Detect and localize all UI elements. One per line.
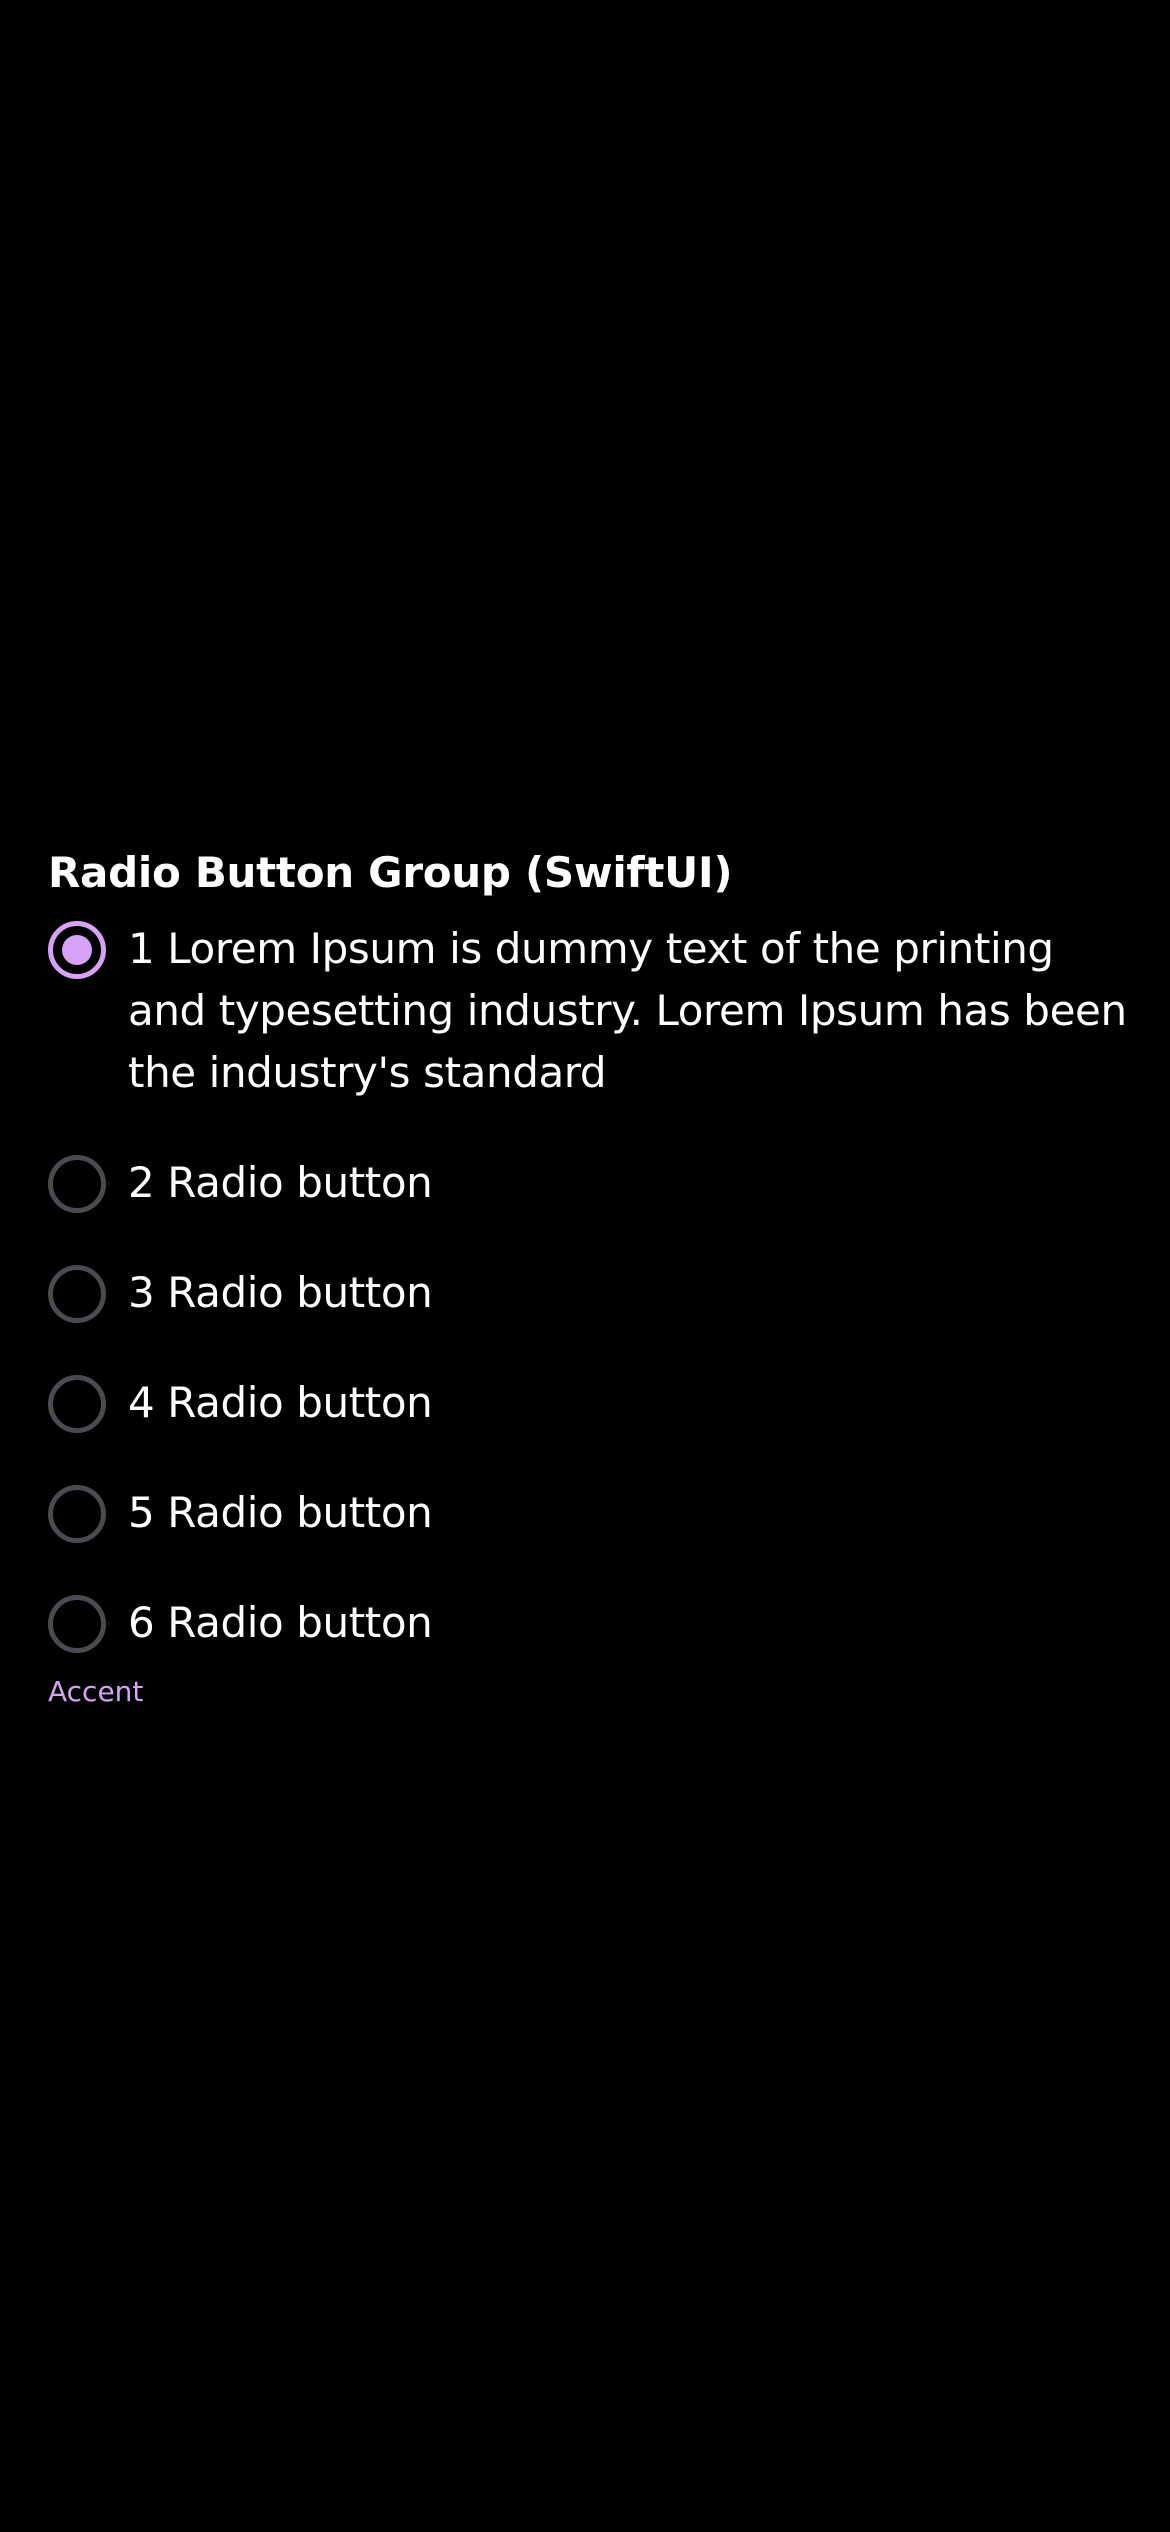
radio-option-label: 1 Lorem Ipsum is dummy text of the print… xyxy=(128,924,1127,1097)
radio-option-label: 5 Radio button xyxy=(128,1488,433,1537)
radio-circle-icon[interactable] xyxy=(48,1155,106,1213)
radio-dot-icon xyxy=(62,935,92,965)
radio-option-6[interactable]: 6 Radio button xyxy=(48,1592,1128,1654)
radio-circle-icon[interactable] xyxy=(48,1375,106,1433)
accent-caption: Accent xyxy=(48,1675,144,1708)
radio-option-1[interactable]: 1 Lorem Ipsum is dummy text of the print… xyxy=(48,918,1128,1104)
radio-option-2[interactable]: 2 Radio button xyxy=(48,1152,1128,1214)
group-title: Radio Button Group (SwiftUI) xyxy=(48,848,733,897)
radio-circle-icon[interactable] xyxy=(48,921,106,979)
radio-option-3[interactable]: 3 Radio button xyxy=(48,1262,1128,1324)
radio-option-label: 4 Radio button xyxy=(128,1378,433,1427)
radio-option-label: 3 Radio button xyxy=(128,1268,433,1317)
radio-option-label: 2 Radio button xyxy=(128,1158,433,1207)
radio-button-group: Radio Button Group (SwiftUI) 1 Lorem Ips… xyxy=(48,842,1128,1712)
radio-option-5[interactable]: 5 Radio button xyxy=(48,1482,1128,1544)
radio-list: 1 Lorem Ipsum is dummy text of the print… xyxy=(48,918,1128,1654)
radio-circle-icon[interactable] xyxy=(48,1485,106,1543)
radio-circle-icon[interactable] xyxy=(48,1595,106,1653)
radio-circle-icon[interactable] xyxy=(48,1265,106,1323)
radio-option-4[interactable]: 4 Radio button xyxy=(48,1372,1128,1434)
radio-option-label: 6 Radio button xyxy=(128,1598,433,1647)
